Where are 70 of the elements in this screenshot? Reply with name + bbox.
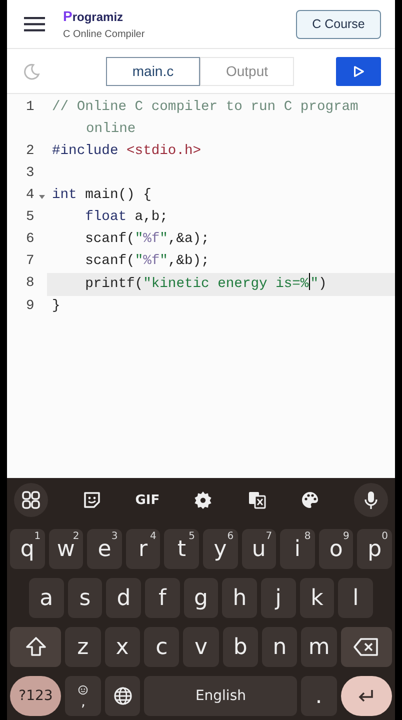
grid-icon[interactable]	[21, 490, 41, 510]
globe-icon	[112, 686, 133, 706]
line-number: 3	[26, 166, 34, 182]
gif-button[interactable]: GIF	[135, 492, 160, 508]
file-tab[interactable]: main.c	[106, 56, 200, 86]
code-line: printf("kinetic energy is=%")	[52, 273, 327, 296]
keyboard-key[interactable]: y$^{6}$	[202, 529, 238, 569]
keyboard-key[interactable]: .	[301, 676, 337, 716]
code-line: }	[52, 298, 62, 316]
keyboard-key[interactable]: x	[104, 627, 140, 667]
play-icon	[352, 64, 365, 78]
globe-key[interactable]	[104, 676, 140, 716]
comma-key[interactable]: ,	[65, 676, 101, 716]
space-key[interactable]: English	[144, 676, 298, 716]
keyboard-key[interactable]: e$^{3}$	[87, 529, 122, 569]
palette-icon[interactable]	[300, 490, 320, 510]
code-line: #include <stdio.h>	[52, 143, 202, 161]
run-button[interactable]	[336, 56, 381, 86]
keyboard-key[interactable]: p$^{0}$	[357, 529, 392, 569]
line-number: 7	[26, 254, 34, 270]
line-number: 4	[26, 188, 34, 204]
keyboard-key[interactable]: h	[222, 578, 258, 618]
keyboard-key[interactable]: s	[68, 578, 102, 618]
keyboard-key[interactable]: o$^{9}$	[318, 529, 354, 569]
keyboard-key[interactable]: b	[222, 627, 258, 667]
keyboard-key[interactable]: n	[262, 627, 298, 667]
keyboard-key[interactable]: l	[338, 578, 374, 618]
menu-icon[interactable]	[24, 16, 45, 32]
keyboard-key[interactable]: a	[29, 578, 64, 618]
keyboard-key[interactable]: m	[301, 627, 337, 667]
line-number: 2	[26, 144, 34, 160]
keyboard-key[interactable]: g	[184, 578, 218, 618]
keyboard-key[interactable]: z	[65, 627, 101, 667]
backspace-icon	[353, 637, 380, 657]
keyboard-key[interactable]: v	[183, 627, 219, 667]
keyboard-key[interactable]: c	[144, 627, 180, 667]
code-line: scanf("%f",&b);	[84, 253, 210, 271]
smiley-icon	[78, 685, 88, 695]
line-number: 5	[26, 210, 34, 226]
file-tab[interactable]: Output	[200, 56, 294, 86]
keyboard-key[interactable]: i $^{8}$	[280, 529, 315, 569]
subtitle: C Online Compiler	[63, 29, 146, 40]
logo[interactable]: Programiz	[63, 8, 296, 24]
keyboard-key[interactable]: q$^{1}$	[10, 529, 45, 569]
keyboard-key[interactable]: d	[106, 578, 142, 618]
keyboard-key[interactable]: f	[145, 578, 180, 618]
settings-icon[interactable]	[193, 490, 214, 510]
code-line: // Online C compiler to run C program online	[52, 99, 360, 139]
keyboard-key[interactable]: r$^{4}$	[126, 529, 160, 569]
code-line: int main() {	[52, 187, 152, 205]
translate-icon[interactable]	[246, 490, 267, 510]
line-number: 6	[26, 232, 34, 248]
enter-key[interactable]	[340, 676, 392, 716]
keyboard-key[interactable]: w$^{2}$	[48, 529, 84, 569]
symbols-key[interactable]: ?123	[10, 676, 62, 716]
line-number: 1	[26, 100, 34, 116]
line-number: 9	[26, 299, 34, 315]
shift-key[interactable]	[10, 627, 62, 667]
keyboard-key[interactable]: u$^{7}$	[242, 529, 276, 569]
keyboard-key[interactable]: j	[261, 578, 296, 618]
keyboard-key[interactable]: k	[300, 578, 334, 618]
code-line: scanf("%f",&a);	[84, 231, 210, 249]
course-button[interactable]: C Course	[296, 10, 381, 38]
backspace-key[interactable]	[340, 627, 392, 667]
sticker-icon[interactable]	[82, 490, 102, 510]
fold-icon[interactable]	[39, 195, 45, 199]
keyboard-key[interactable]: t$^{5}$	[164, 529, 199, 569]
shift-arrow-icon	[24, 635, 48, 659]
code-line: float a,b;	[84, 209, 168, 227]
line-number: 8	[26, 276, 34, 292]
